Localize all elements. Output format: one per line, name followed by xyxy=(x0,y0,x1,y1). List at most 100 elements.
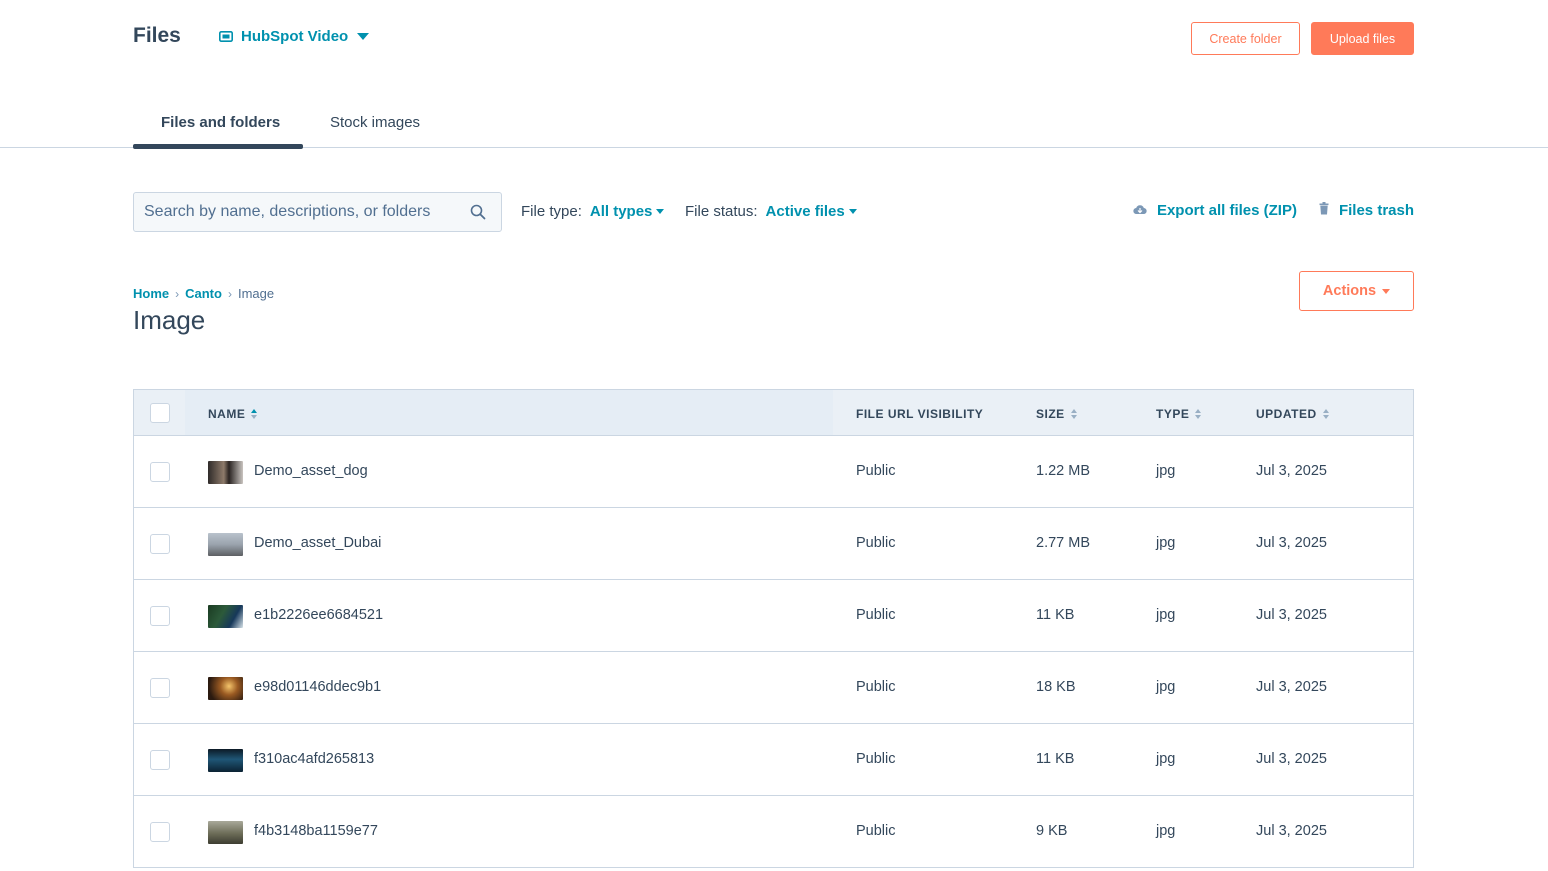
row-checkbox[interactable] xyxy=(150,678,170,698)
row-checkbox[interactable] xyxy=(150,534,170,554)
cloud-download-icon xyxy=(1133,202,1147,219)
file-status-filter: File status: Active files xyxy=(685,203,857,220)
column-header-name[interactable]: NAME xyxy=(208,407,258,421)
row-checkbox[interactable] xyxy=(150,462,170,482)
account-name: HubSpot Video xyxy=(241,28,349,45)
actions-button[interactable]: Actions xyxy=(1299,271,1414,311)
tab-files-and-folders[interactable]: Files and folders xyxy=(161,114,280,131)
file-visibility: Public xyxy=(856,463,896,479)
chevron-right-icon: › xyxy=(227,286,232,301)
table-row[interactable]: e1b2226ee6684521 Public 11 KB jpg Jul 3,… xyxy=(134,580,1413,652)
file-type: jpg xyxy=(1156,679,1176,695)
file-visibility: Public xyxy=(856,679,896,695)
table-row[interactable]: Demo_asset_dog Public 1.22 MB jpg Jul 3,… xyxy=(134,436,1413,508)
table-row[interactable]: e98d01146ddec9b1 Public 18 KB jpg Jul 3,… xyxy=(134,652,1413,724)
file-thumbnail[interactable] xyxy=(208,821,243,844)
row-checkbox[interactable] xyxy=(150,822,170,842)
file-status-dropdown[interactable]: Active files xyxy=(766,203,857,220)
caret-down-icon xyxy=(848,209,857,214)
breadcrumb: Home › Canto › Image xyxy=(133,286,274,301)
row-checkbox[interactable] xyxy=(150,750,170,770)
file-visibility: Public xyxy=(856,607,896,623)
active-tab-indicator xyxy=(133,144,303,149)
export-all-files-link[interactable]: Export all files (ZIP) xyxy=(1133,202,1297,219)
file-updated: Jul 3, 2025 xyxy=(1256,823,1327,839)
file-thumbnail[interactable] xyxy=(208,461,243,484)
select-all-checkbox[interactable] xyxy=(150,403,170,423)
files-table: NAME FILE URL VISIBILITY SIZE TYPE UPDAT… xyxy=(133,389,1414,868)
table-header: NAME FILE URL VISIBILITY SIZE TYPE UPDAT… xyxy=(134,390,1413,436)
table-row[interactable]: f4b3148ba1159e77 Public 9 KB jpg Jul 3, … xyxy=(134,796,1413,868)
column-header-visibility: FILE URL VISIBILITY xyxy=(856,407,984,421)
breadcrumb-home[interactable]: Home xyxy=(133,286,169,301)
file-thumbnail[interactable] xyxy=(208,677,243,700)
column-header-type[interactable]: TYPE xyxy=(1156,407,1202,421)
file-type-filter: File type: All types xyxy=(521,203,665,220)
breadcrumb-canto[interactable]: Canto xyxy=(185,286,222,301)
file-status-value: Active files xyxy=(765,203,845,220)
file-thumbnail[interactable] xyxy=(208,605,243,628)
top-bar: Files HubSpot Video Create folder Upload… xyxy=(0,0,1548,80)
files-trash-link[interactable]: Files trash xyxy=(1319,202,1414,219)
row-checkbox[interactable] xyxy=(150,606,170,626)
file-size: 11 KB xyxy=(1036,607,1075,623)
file-updated: Jul 3, 2025 xyxy=(1256,607,1327,623)
file-size: 1.22 MB xyxy=(1036,463,1090,479)
file-thumbnail[interactable] xyxy=(208,749,243,772)
trash-label: Files trash xyxy=(1338,202,1414,219)
sort-icon xyxy=(251,409,258,419)
sort-icon xyxy=(1322,409,1329,419)
chevron-down-icon xyxy=(356,32,370,41)
sort-icon xyxy=(1070,409,1077,419)
export-label: Export all files (ZIP) xyxy=(1156,202,1297,219)
file-visibility: Public xyxy=(856,823,896,839)
file-status-label: File status: xyxy=(685,203,758,220)
file-size: 2.77 MB xyxy=(1036,535,1090,551)
search-icon[interactable] xyxy=(470,204,486,225)
actions-label: Actions xyxy=(1322,283,1377,299)
file-updated: Jul 3, 2025 xyxy=(1256,679,1327,695)
sort-icon xyxy=(1195,409,1202,419)
video-icon xyxy=(219,31,233,42)
file-size: 11 KB xyxy=(1036,751,1075,767)
search-input[interactable] xyxy=(144,203,464,221)
column-header-updated[interactable]: UPDATED xyxy=(1256,407,1329,421)
file-visibility: Public xyxy=(856,535,896,551)
file-type: jpg xyxy=(1156,535,1176,551)
file-type: jpg xyxy=(1156,607,1176,623)
file-name[interactable]: f310ac4afd265813 xyxy=(254,751,374,767)
file-size: 9 KB xyxy=(1036,823,1068,839)
file-type-dropdown[interactable]: All types xyxy=(590,203,665,220)
breadcrumb-current: Image xyxy=(237,286,275,301)
caret-down-icon xyxy=(656,209,665,214)
file-updated: Jul 3, 2025 xyxy=(1256,463,1327,479)
file-name[interactable]: f4b3148ba1159e77 xyxy=(254,823,378,839)
create-folder-button[interactable]: Create folder xyxy=(1191,22,1300,55)
file-actions-links: Export all files (ZIP) Files trash xyxy=(1133,202,1414,219)
file-size: 18 KB xyxy=(1036,679,1076,695)
trash-icon xyxy=(1319,202,1329,219)
upload-files-button[interactable]: Upload files xyxy=(1311,22,1414,55)
tab-stock-images[interactable]: Stock images xyxy=(330,114,420,131)
file-updated: Jul 3, 2025 xyxy=(1256,751,1327,767)
file-name[interactable]: Demo_asset_dog xyxy=(254,463,368,479)
file-updated: Jul 3, 2025 xyxy=(1256,535,1327,551)
tab-bar: Files and folders Stock images xyxy=(0,100,1548,149)
table-row[interactable]: Demo_asset_Dubai Public 2.77 MB jpg Jul … xyxy=(134,508,1413,580)
file-type-value: All types xyxy=(589,203,653,220)
file-thumbnail[interactable] xyxy=(208,533,243,556)
account-switcher[interactable]: HubSpot Video xyxy=(219,28,370,45)
file-name[interactable]: e98d01146ddec9b1 xyxy=(254,679,381,695)
file-name[interactable]: Demo_asset_Dubai xyxy=(254,535,381,551)
page-title: Files xyxy=(133,24,181,47)
file-type: jpg xyxy=(1156,823,1176,839)
chevron-right-icon: › xyxy=(175,286,180,301)
file-type: jpg xyxy=(1156,463,1176,479)
table-row[interactable]: f310ac4afd265813 Public 11 KB jpg Jul 3,… xyxy=(134,724,1413,796)
search-box xyxy=(133,192,502,232)
file-type: jpg xyxy=(1156,751,1176,767)
file-type-label: File type: xyxy=(521,203,582,220)
column-header-size[interactable]: SIZE xyxy=(1036,407,1077,421)
file-visibility: Public xyxy=(856,751,896,767)
file-name[interactable]: e1b2226ee6684521 xyxy=(254,607,383,623)
